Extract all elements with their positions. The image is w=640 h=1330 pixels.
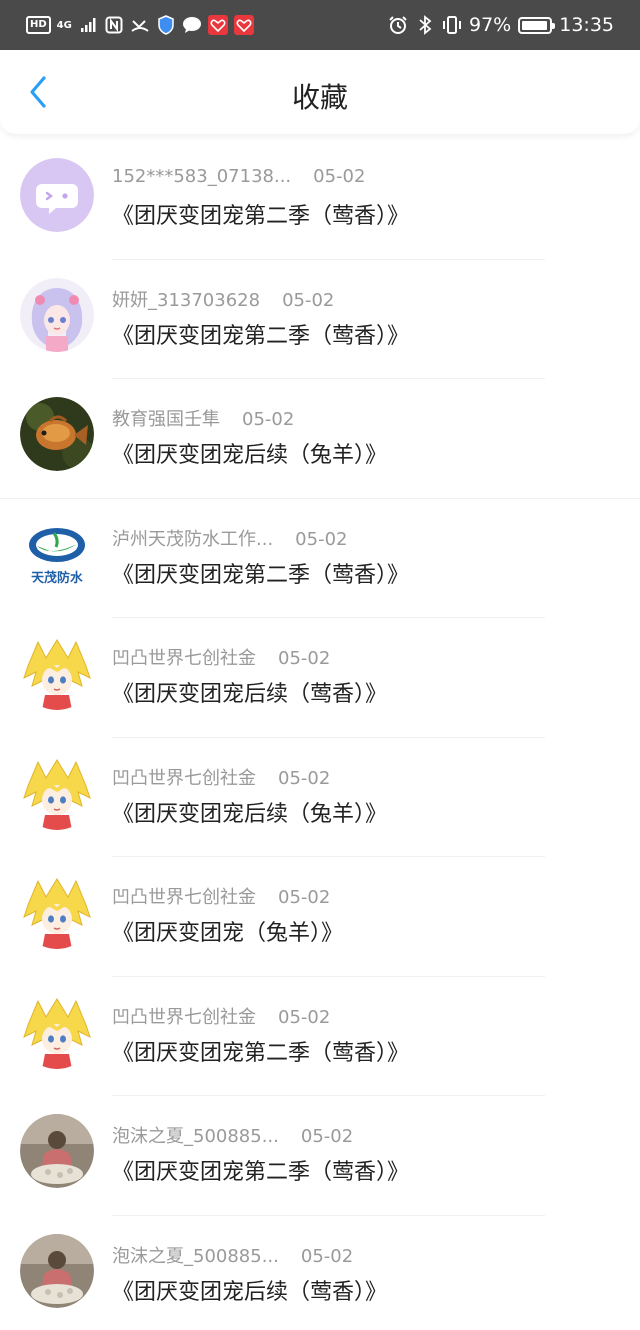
avatar bbox=[20, 1233, 94, 1308]
item-title: 《团厌变团宠后续（莺香）》 bbox=[112, 1279, 388, 1305]
battery-percent: 97% bbox=[469, 14, 512, 36]
avatar bbox=[20, 636, 94, 710]
list-item[interactable]: 凹凸世界七创社金 05-02 《团厌变团宠后续（莺香）》 bbox=[0, 618, 640, 738]
anime-boy-avatar-icon bbox=[20, 994, 94, 1069]
missed-call-icon bbox=[130, 15, 150, 35]
item-title: 《团厌变团宠第二季（莺香）》 bbox=[112, 1160, 410, 1185]
username: 泡沫之夏_500885... bbox=[112, 1126, 279, 1147]
alarm-icon bbox=[388, 15, 408, 35]
shield-icon bbox=[156, 15, 176, 35]
date: 05-02 bbox=[278, 887, 331, 908]
app-header: 收藏 bbox=[0, 50, 640, 134]
anime-boy-avatar-icon bbox=[20, 755, 94, 830]
date: 05-02 bbox=[278, 1006, 331, 1028]
username: 152***583_07138... bbox=[112, 166, 292, 187]
avatar-logo-text: 天茂防水 bbox=[30, 570, 83, 586]
list-item[interactable]: 凹凸世界七创社金 05-02 《团厌变团宠第二季（莺香）》 bbox=[0, 977, 640, 1096]
date: 05-02 bbox=[300, 1126, 354, 1147]
default-avatar-icon bbox=[20, 158, 94, 232]
status-bar-left: HD 4G bbox=[26, 13, 254, 37]
avatar bbox=[20, 994, 94, 1069]
username: 凹凸世界七创社金 bbox=[112, 887, 256, 908]
username: 泡沫之夏_500885... bbox=[112, 1245, 279, 1267]
item-title: 《团厌变团宠第二季（莺香）》 bbox=[112, 204, 410, 229]
item-meta: 凹凸世界七创社金 05-02 bbox=[112, 883, 330, 909]
item-title: 《团厌变团宠第二季（莺香）》 bbox=[112, 1040, 410, 1066]
fish-avatar-icon bbox=[20, 397, 94, 471]
status-bar: HD 4G 97% 13:35 bbox=[0, 0, 640, 50]
app-notification-icon bbox=[207, 15, 228, 35]
network-type: 4G bbox=[56, 19, 72, 31]
avatar bbox=[20, 158, 94, 232]
date: 05-02 bbox=[313, 166, 366, 187]
avatar bbox=[20, 277, 94, 352]
date: 05-02 bbox=[300, 1245, 354, 1267]
item-title: 《团厌变团宠（兔羊）》 bbox=[112, 921, 344, 946]
item-meta: 凹凸世界七创社金 05-02 bbox=[112, 1003, 330, 1029]
item-title: 《团厌变团宠第二季（莺香）》 bbox=[112, 562, 410, 588]
list-item[interactable]: 泡沫之夏_500885... 05-02 《团厌变团宠第二季（莺香）》 bbox=[0, 1096, 640, 1216]
battery-icon bbox=[518, 16, 556, 34]
item-meta: 教育强国壬隼 05-02 bbox=[112, 405, 294, 431]
photo-avatar-icon bbox=[20, 1233, 94, 1308]
date: 05-02 bbox=[278, 648, 331, 669]
anime-boy-avatar-icon bbox=[20, 636, 94, 710]
list-item[interactable]: 妍妍_313703628 05-02 《团厌变团宠第二季（莺香）》 bbox=[0, 260, 640, 379]
avatar bbox=[20, 397, 94, 471]
avatar bbox=[20, 875, 94, 949]
username: 泸州天茂防水工作... bbox=[112, 528, 274, 550]
list-item[interactable]: 凹凸世界七创社金 05-02 《团厌变团宠后续（兔羊）》 bbox=[0, 738, 640, 857]
list-item[interactable]: 天茂防水 泸州天茂防水工作... 05-02 《团厌变团宠第二季（莺香）》 bbox=[0, 499, 640, 618]
username: 凹凸世界七创社金 bbox=[112, 767, 256, 789]
date: 05-02 bbox=[242, 409, 295, 430]
date: 05-02 bbox=[282, 289, 335, 311]
item-title: 《团厌变团宠后续（莺香）》 bbox=[112, 682, 388, 707]
battery-fill bbox=[522, 20, 548, 30]
list-item[interactable]: 泡沫之夏_500885... 05-02 《团厌变团宠后续（莺香）》 bbox=[0, 1216, 640, 1330]
date: 05-02 bbox=[295, 528, 348, 550]
username: 凹凸世界七创社金 bbox=[112, 1006, 256, 1028]
item-meta: 泡沫之夏_500885... 05-02 bbox=[112, 1122, 353, 1148]
username: 教育强国壬隼 bbox=[112, 409, 220, 430]
avatar: 天茂防水 bbox=[20, 516, 94, 591]
app-notification-icon bbox=[233, 15, 254, 35]
favorites-list: 152***583_07138... 05-02 《团厌变团宠第二季（莺香）》 … bbox=[0, 140, 640, 1330]
item-title: 《团厌变团宠后续（兔羊）》 bbox=[112, 443, 388, 468]
hd-badge: HD bbox=[26, 16, 51, 34]
item-title: 《团厌变团宠第二季（莺香）》 bbox=[112, 323, 410, 349]
item-meta: 妍妍_313703628 05-02 bbox=[112, 286, 334, 312]
item-meta: 凹凸世界七创社金 05-02 bbox=[112, 764, 330, 790]
nfc-icon bbox=[104, 15, 124, 35]
message-icon bbox=[182, 15, 202, 35]
item-meta: 泡沫之夏_500885... 05-02 bbox=[112, 1242, 353, 1268]
status-bar-right: 97% 13:35 bbox=[388, 13, 614, 37]
list-item[interactable]: 教育强国壬隼 05-02 《团厌变团宠后续（兔羊）》 bbox=[0, 379, 640, 499]
signal-icon bbox=[78, 15, 98, 35]
anime-boy-avatar-icon bbox=[20, 875, 94, 949]
vibrate-icon bbox=[442, 15, 462, 35]
clock: 13:35 bbox=[559, 14, 614, 36]
item-meta: 凹凸世界七创社金 05-02 bbox=[112, 644, 330, 670]
item-meta: 泸州天茂防水工作... 05-02 bbox=[112, 525, 347, 551]
page-title: 收藏 bbox=[291, 81, 348, 114]
anime-girl-avatar-icon bbox=[20, 277, 94, 352]
avatar bbox=[20, 755, 94, 830]
username: 凹凸世界七创社金 bbox=[112, 648, 256, 669]
avatar bbox=[20, 1114, 94, 1188]
photo-avatar-icon bbox=[20, 1114, 94, 1188]
date: 05-02 bbox=[278, 767, 331, 789]
bluetooth-icon bbox=[415, 15, 435, 35]
item-title: 《团厌变团宠后续（兔羊）》 bbox=[112, 801, 388, 827]
username: 妍妍_313703628 bbox=[112, 289, 261, 311]
list-item[interactable]: 152***583_07138... 05-02 《团厌变团宠第二季（莺香）》 bbox=[0, 140, 640, 260]
item-meta: 152***583_07138... 05-02 bbox=[112, 166, 365, 187]
list-item[interactable]: 凹凸世界七创社金 05-02 《团厌变团宠（兔羊）》 bbox=[0, 857, 640, 977]
